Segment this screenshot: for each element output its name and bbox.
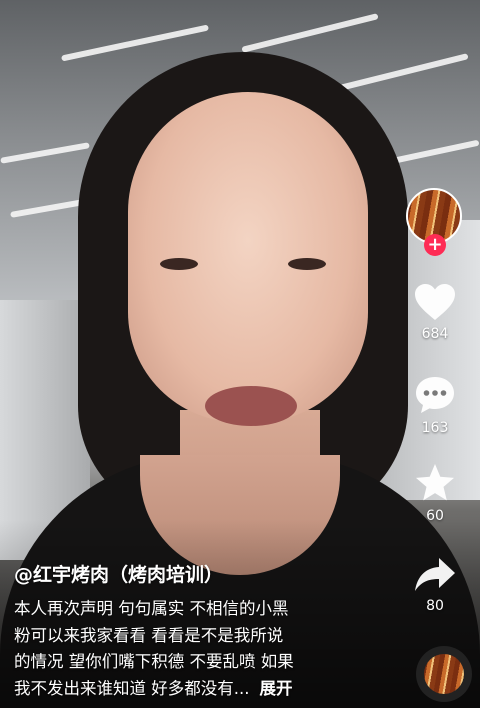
author-handle[interactable]: @红宇烤肉（烤肉培训） <box>14 560 223 587</box>
like-button[interactable]: 684 <box>390 282 480 342</box>
person-face <box>128 92 368 422</box>
comment-icon[interactable] <box>413 374 457 416</box>
ceiling-light <box>241 13 379 53</box>
music-cover <box>424 654 464 694</box>
person-eye <box>288 258 326 270</box>
person-mouth <box>205 386 297 426</box>
description-line: 的情况 望你们嘴下积德 不要乱喷 如果 <box>14 652 294 671</box>
follow-button[interactable]: + <box>424 234 446 256</box>
expand-button[interactable]: 展开 <box>259 679 292 698</box>
favorite-count: 60 <box>426 508 444 524</box>
comment-count: 163 <box>421 420 449 436</box>
description-line: 本人再次声明 句句属实 不相信的小黑 <box>14 599 289 618</box>
description-text: 我不发出来谁知道 好多都没有... <box>14 678 250 698</box>
video-description: 本人再次声明 句句属实 不相信的小黑 粉可以来我家看看 看看是不是我所说 的情况… <box>14 596 409 702</box>
share-arrow-icon[interactable] <box>413 556 457 594</box>
ceiling-light <box>0 142 90 164</box>
like-count: 684 <box>421 326 449 342</box>
ceiling-light <box>61 24 209 62</box>
favorite-button[interactable]: 60 <box>390 462 480 524</box>
heart-icon[interactable] <box>413 282 457 322</box>
description-line: 粉可以来我家看看 看看是不是我所说 <box>14 625 284 645</box>
person-eye <box>160 258 198 270</box>
comment-button[interactable]: 163 <box>390 374 480 436</box>
author-avatar-button[interactable]: + <box>406 188 462 256</box>
music-disc-button[interactable] <box>416 646 472 702</box>
star-icon[interactable] <box>414 462 456 504</box>
description-line-last: 我不发出来谁知道 好多都没有... 展开 <box>14 676 409 703</box>
